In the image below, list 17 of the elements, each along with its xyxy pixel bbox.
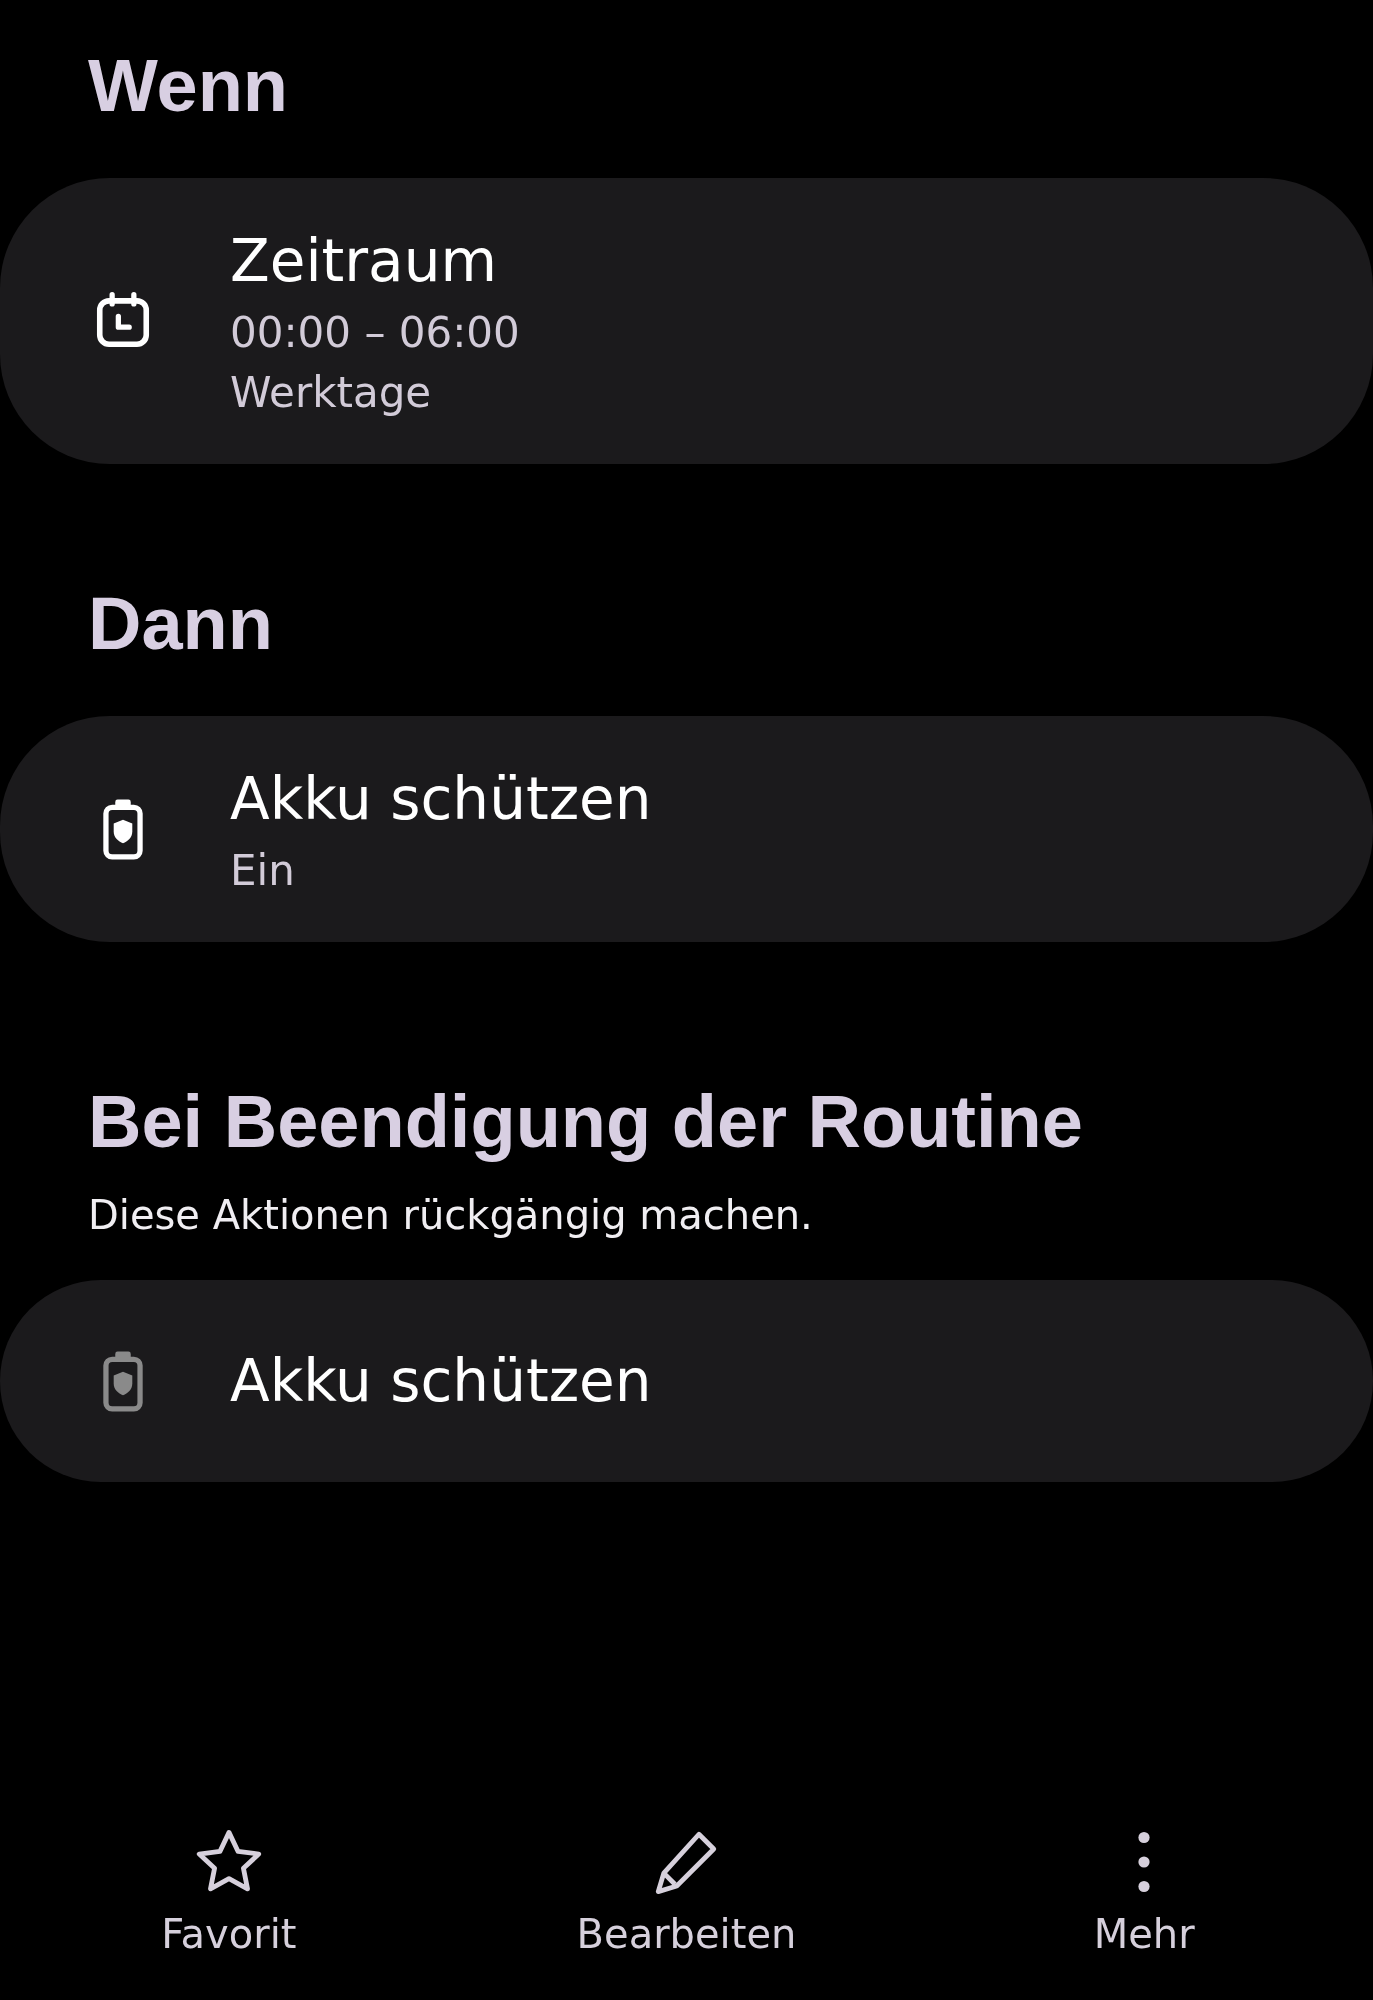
- bottom-bar-button[interactable]: Favorit: [161, 1825, 297, 1957]
- action-card[interactable]: Akku schützen Ein: [0, 716, 1373, 942]
- action-card[interactable]: Zeitraum 00:00 – 06:00 Werktage: [0, 178, 1373, 464]
- bottom-bar-button[interactable]: Bearbeiten: [576, 1825, 797, 1957]
- bottom-bar-button[interactable]: Mehr: [1093, 1825, 1195, 1957]
- section-heading: Dann: [88, 581, 274, 667]
- section-heading: Wenn: [88, 43, 290, 129]
- card-title: Akku schützen: [230, 1346, 652, 1417]
- section-heading: Bei Beendigung der Routine: [88, 1079, 1084, 1165]
- card-title: Akku schützen: [230, 764, 652, 835]
- card-detail: 00:00 – 06:00: [230, 307, 520, 359]
- section-subtitle: Diese Aktionen rückgängig machen.: [88, 1192, 814, 1238]
- action-card[interactable]: Akku schützen: [0, 1280, 1373, 1482]
- card-detail: Ein: [230, 845, 296, 897]
- card-detail: Werktage: [230, 367, 433, 419]
- more-options-icon: [1137, 1830, 1152, 1894]
- card-title: Zeitraum: [230, 226, 498, 297]
